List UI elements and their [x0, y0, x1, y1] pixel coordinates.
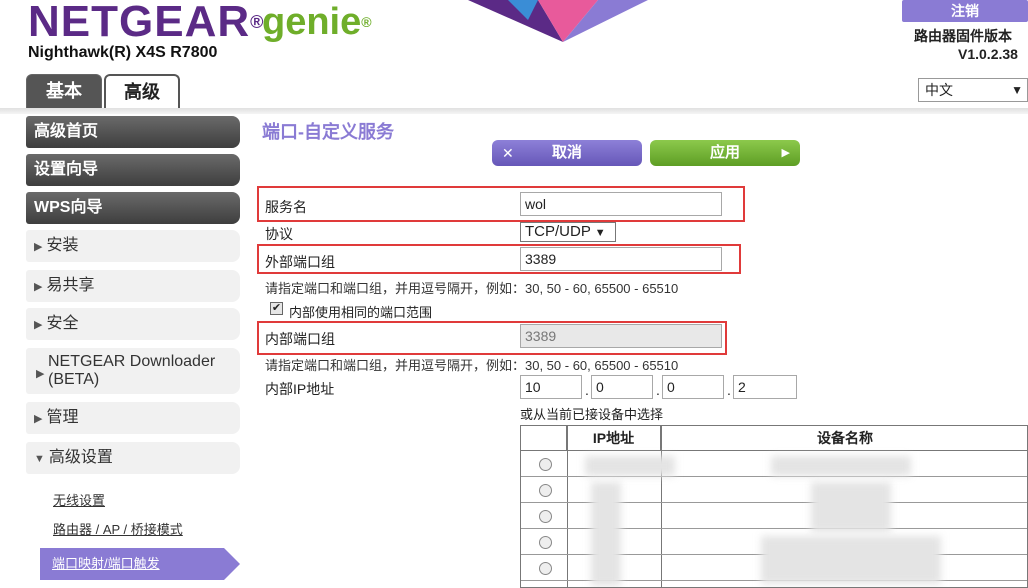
- sidebar-item-setup[interactable]: ▶ 安装: [26, 230, 240, 262]
- sidebar-item-readyshare[interactable]: ▶ 易共享: [26, 270, 240, 302]
- caret-right-icon: ▶: [36, 368, 45, 380]
- page-title: 端口-自定义服务: [262, 122, 394, 142]
- caret-right-icon: ▶: [34, 319, 43, 331]
- redacted-area: [771, 456, 911, 476]
- firmware-label: 路由器固件版本: [914, 28, 1012, 44]
- choose-device-label: 或从当前已接设备中选择: [520, 407, 664, 422]
- sidebar-item-advanced-home[interactable]: 高级首页: [26, 116, 240, 148]
- same-range-checkbox[interactable]: ✔: [270, 302, 283, 315]
- device-radio[interactable]: [539, 484, 552, 497]
- caret-right-icon: ▶: [34, 413, 43, 425]
- sidebar-item-admin[interactable]: ▶ 管理: [26, 402, 240, 434]
- device-table: IP地址 设备名称: [520, 425, 1028, 588]
- internal-port-label: 内部端口组: [265, 331, 335, 347]
- genie-logo: genie®: [262, 1, 372, 43]
- netgear-logo: NETGEAR®: [28, 0, 265, 46]
- port-hint: 请指定端口和端口组，并用逗号隔开，例如：30, 50 - 60, 65500 -…: [265, 358, 679, 373]
- service-name-input[interactable]: wol: [520, 192, 722, 216]
- device-radio[interactable]: [539, 510, 552, 523]
- caret-right-icon: ▶: [34, 281, 43, 293]
- ip-octet-4[interactable]: 2: [733, 375, 797, 399]
- router-model: Nighthawk(R) X4S R7800: [28, 44, 218, 61]
- internal-port-input[interactable]: 3389: [520, 324, 722, 348]
- language-select[interactable]: 中文 ▼: [918, 78, 1028, 102]
- table-header-ip: IP地址: [567, 426, 661, 451]
- external-port-label: 外部端口组: [265, 254, 335, 270]
- apply-button[interactable]: 应用 ▶: [650, 140, 800, 166]
- caret-down-icon: ▼: [34, 453, 45, 465]
- table-header-device-name: 设备名称: [661, 426, 1027, 451]
- sidebar-sub-wireless[interactable]: 无线设置: [53, 490, 105, 509]
- header-decoration: [468, 0, 648, 42]
- sidebar-item-advanced-setup[interactable]: ▼ 高级设置: [26, 442, 240, 474]
- sidebar: 高级首页 设置向导 WPS向导 ▶ 安装 ▶ 易共享 ▶ 安全 ▶ NETGEAR Do…: [26, 114, 242, 588]
- cancel-button[interactable]: ✕ 取消: [492, 140, 642, 166]
- firmware-version: V1.0.2.38: [958, 46, 1018, 62]
- ip-separator: .: [585, 382, 589, 398]
- table-header-select: [521, 426, 567, 451]
- sidebar-item-wps-wizard[interactable]: WPS向导: [26, 192, 240, 224]
- sidebar-item-setup-wizard[interactable]: 设置向导: [26, 154, 240, 186]
- protocol-label: 协议: [265, 226, 293, 242]
- logout-button[interactable]: 注销: [902, 0, 1028, 22]
- sidebar-item-downloader[interactable]: ▶ NETGEAR Downloader (BETA): [26, 348, 240, 394]
- external-port-input[interactable]: 3389: [520, 247, 722, 271]
- chevron-down-icon: ▼: [1011, 83, 1023, 97]
- redacted-area: [591, 482, 621, 586]
- device-radio[interactable]: [539, 536, 552, 549]
- service-name-label: 服务名: [265, 199, 307, 215]
- sidebar-sub-router-mode[interactable]: 路由器 / AP / 桥接模式: [53, 519, 183, 538]
- device-radio[interactable]: [539, 458, 552, 471]
- internal-ip-label: 内部IP地址: [265, 381, 335, 397]
- protocol-select[interactable]: TCP/UDP ▼: [520, 222, 616, 242]
- redacted-area: [811, 482, 891, 532]
- ip-octet-2[interactable]: 0: [591, 375, 653, 399]
- device-radio[interactable]: [539, 562, 552, 575]
- same-range-label: 内部使用相同的端口范围: [289, 305, 433, 320]
- chevron-down-icon: ▼: [594, 227, 606, 239]
- sidebar-sub-port-forwarding[interactable]: 端口映射/端口触发: [40, 548, 240, 580]
- ip-separator: .: [727, 382, 731, 398]
- tab-advanced[interactable]: 高级: [104, 74, 180, 108]
- play-icon: ▶: [781, 147, 790, 159]
- sidebar-item-security[interactable]: ▶ 安全: [26, 308, 240, 340]
- ip-octet-1[interactable]: 10: [520, 375, 582, 399]
- redacted-area: [585, 456, 675, 476]
- ip-octet-3[interactable]: 0: [662, 375, 724, 399]
- port-hint: 请指定端口和端口组，并用逗号隔开，例如：30, 50 - 60, 65500 -…: [265, 281, 679, 296]
- ip-separator: .: [656, 382, 660, 398]
- caret-right-icon: ▶: [34, 241, 43, 253]
- tab-basic[interactable]: 基本: [26, 74, 102, 108]
- redacted-area: [761, 536, 941, 584]
